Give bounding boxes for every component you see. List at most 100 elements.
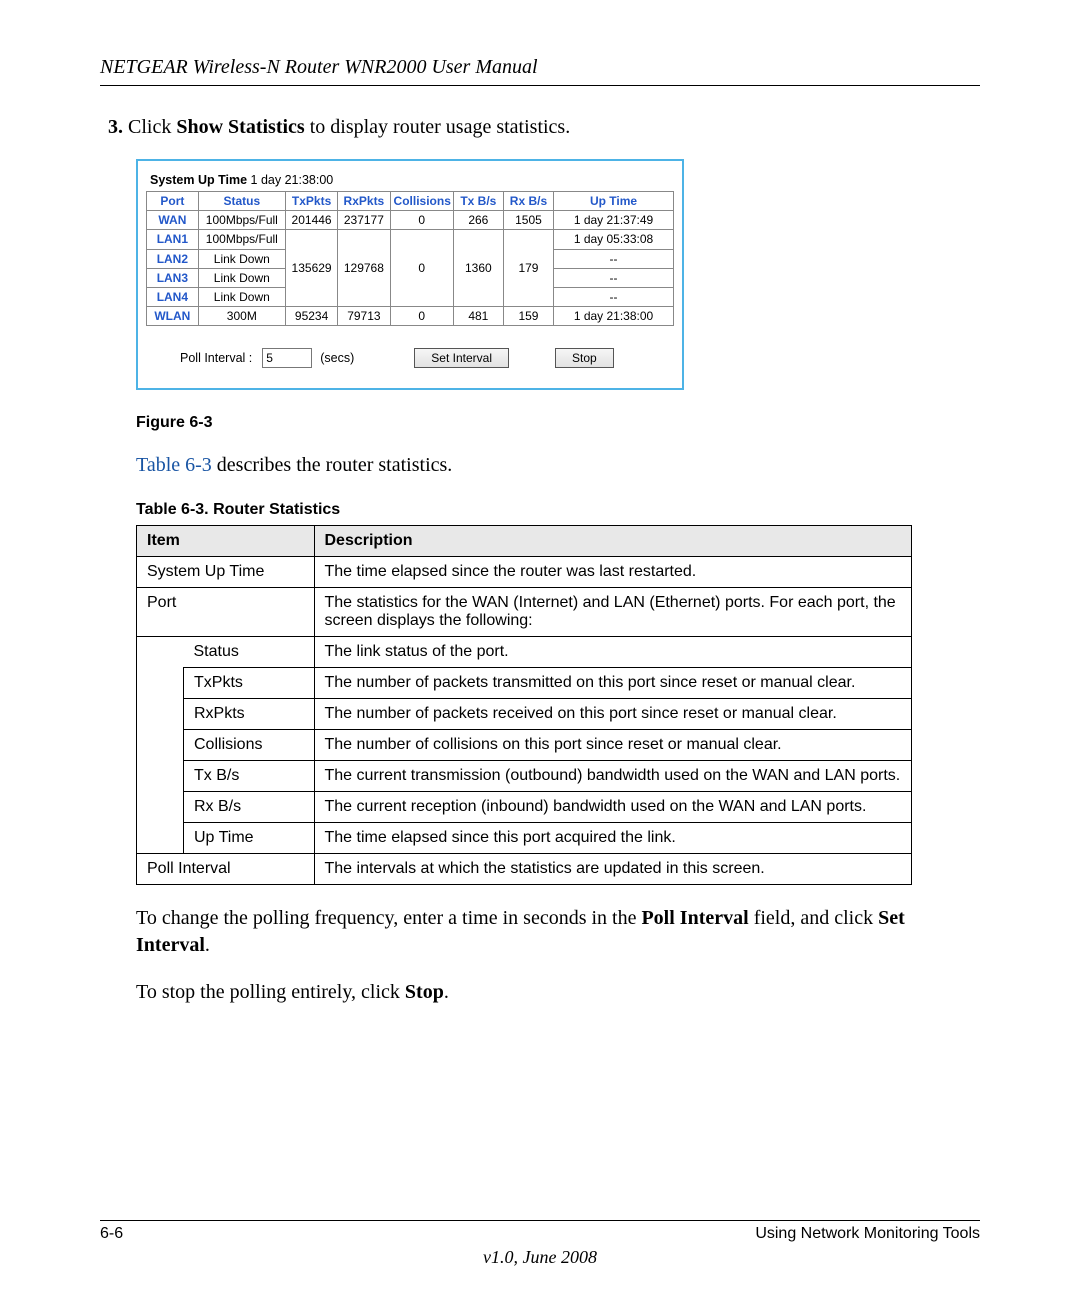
table-row: Item Description <box>137 526 912 557</box>
cell-up: 1 day 05:33:08 <box>554 230 674 249</box>
set-interval-button[interactable]: Set Interval <box>414 348 509 368</box>
desc-cell: The statistics for the WAN (Internet) an… <box>314 588 912 637</box>
stats-table: Port Status TxPkts RxPkts Collisions Tx … <box>147 192 674 326</box>
cell-up: -- <box>554 268 674 287</box>
text: To stop the polling entirely, click <box>136 981 405 1003</box>
text: To change the polling frequency, enter a… <box>136 907 641 929</box>
cell-txbs: 481 <box>453 307 503 326</box>
table-row: Tx B/s The current transmission (outboun… <box>137 761 912 792</box>
text: . <box>444 981 449 1003</box>
table-row: WAN 100Mbps/Full 201446 237177 0 266 150… <box>147 211 674 230</box>
text: field, and click <box>749 907 878 929</box>
desc-cell: The current transmission (outbound) band… <box>314 761 912 792</box>
item-cell: Collisions <box>184 730 315 761</box>
cell-txbs: 266 <box>453 211 503 230</box>
description-table: Item Description System Up Time The time… <box>136 525 912 885</box>
cell-up: -- <box>554 249 674 268</box>
table-row: LAN1 100Mbps/Full 135629 129768 0 1360 1… <box>147 230 674 249</box>
table-reference-paragraph: Table 6-3 describes the router statistic… <box>136 454 980 477</box>
cell-status: 300M <box>198 307 285 326</box>
item-cell: RxPkts <box>184 699 315 730</box>
cell-rx: 237177 <box>338 211 390 230</box>
step-text-pre: Click <box>128 116 176 138</box>
table-reference-link[interactable]: Table 6-3 <box>136 454 212 476</box>
system-uptime-value: 1 day 21:38:00 <box>251 173 334 187</box>
cell-rx: 79713 <box>338 307 390 326</box>
cell-status: Link Down <box>198 249 285 268</box>
item-cell: Port <box>137 588 315 637</box>
desc-cell: The number of packets received on this p… <box>314 699 912 730</box>
cell-port: LAN2 <box>147 249 198 268</box>
cell-up: 1 day 21:38:00 <box>554 307 674 326</box>
cell-rxbs: 1505 <box>503 211 553 230</box>
cell-port: LAN4 <box>147 287 198 306</box>
item-cell: Tx B/s <box>184 761 315 792</box>
item-cell: System Up Time <box>137 557 315 588</box>
item-cell: Rx B/s <box>184 792 315 823</box>
text-bold: Stop <box>405 981 444 1003</box>
poll-interval-units: (secs) <box>320 351 354 365</box>
doc-header: NETGEAR Wireless-N Router WNR2000 User M… <box>100 56 980 86</box>
stop-button[interactable]: Stop <box>555 348 614 368</box>
body-paragraph: To stop the polling entirely, click Stop… <box>136 979 980 1006</box>
text-bold: Poll Interval <box>641 907 748 929</box>
cell-up: 1 day 21:37:49 <box>554 211 674 230</box>
manual-page: NETGEAR Wireless-N Router WNR2000 User M… <box>0 0 1080 1296</box>
cell-port: LAN3 <box>147 268 198 287</box>
desc-cell: The number of packets transmitted on thi… <box>314 668 912 699</box>
cell-port: WAN <box>147 211 198 230</box>
cell-tx-group: 135629 <box>285 230 337 307</box>
desc-cell: The number of collisions on this port si… <box>314 730 912 761</box>
col-status: Status <box>198 192 285 211</box>
cell-up: -- <box>554 287 674 306</box>
sub-indent <box>137 637 184 854</box>
step-number: 3. <box>108 116 123 138</box>
section-title: Using Network Monitoring Tools <box>755 1225 980 1243</box>
desc-cell: The link status of the port. <box>314 637 912 668</box>
table-row: Status The link status of the port. <box>137 637 912 668</box>
cell-txbs-group: 1360 <box>453 230 503 307</box>
item-cell: Up Time <box>184 823 315 854</box>
col-collisions: Collisions <box>390 192 453 211</box>
cell-port: LAN1 <box>147 230 198 249</box>
cell-status: Link Down <box>198 268 285 287</box>
item-cell: Status <box>184 637 315 668</box>
cell-port: WLAN <box>147 307 198 326</box>
col-rxpkts: RxPkts <box>338 192 390 211</box>
table-row: RxPkts The number of packets received on… <box>137 699 912 730</box>
table-row: Poll Interval The intervals at which the… <box>137 854 912 885</box>
table-caption: Table 6-3. Router Statistics <box>136 501 980 519</box>
poll-controls: Poll Interval : (secs) Set Interval Stop <box>146 348 674 368</box>
cell-status: Link Down <box>198 287 285 306</box>
item-cell: TxPkts <box>184 668 315 699</box>
cell-tx: 201446 <box>285 211 337 230</box>
poll-interval-label: Poll Interval : <box>180 351 252 365</box>
item-cell: Poll Interval <box>137 854 315 885</box>
table-row: Port Status TxPkts RxPkts Collisions Tx … <box>147 192 674 211</box>
table-row: System Up Time The time elapsed since th… <box>137 557 912 588</box>
col-txpkts: TxPkts <box>285 192 337 211</box>
cell-rxbs: 159 <box>503 307 553 326</box>
step-instruction: 3. Click Show Statistics to display rout… <box>130 116 980 139</box>
system-uptime-line: System Up Time 1 day 21:38:00 <box>150 173 674 187</box>
cell-tx: 95234 <box>285 307 337 326</box>
poll-interval-input[interactable] <box>262 348 312 368</box>
system-uptime-label: System Up Time <box>150 173 247 187</box>
col-txbs: Tx B/s <box>453 192 503 211</box>
col-rxbs: Rx B/s <box>503 192 553 211</box>
page-footer: 6-6 Using Network Monitoring Tools v1.0,… <box>100 1220 980 1268</box>
doc-version: v1.0, June 2008 <box>100 1247 980 1268</box>
cell-col: 0 <box>390 307 453 326</box>
step-text-post: to display router usage statistics. <box>305 116 571 138</box>
cell-rxbs-group: 179 <box>503 230 553 307</box>
table-row: Up Time The time elapsed since this port… <box>137 823 912 854</box>
desc-cell: The time elapsed since the router was la… <box>314 557 912 588</box>
header-item: Item <box>137 526 315 557</box>
col-uptime: Up Time <box>554 192 674 211</box>
desc-cell: The time elapsed since this port acquire… <box>314 823 912 854</box>
page-number: 6-6 <box>100 1225 123 1243</box>
step-text-bold: Show Statistics <box>176 116 304 138</box>
table-row: Collisions The number of collisions on t… <box>137 730 912 761</box>
cell-rx-group: 129768 <box>338 230 390 307</box>
table-row: WLAN 300M 95234 79713 0 481 159 1 day 21… <box>147 307 674 326</box>
